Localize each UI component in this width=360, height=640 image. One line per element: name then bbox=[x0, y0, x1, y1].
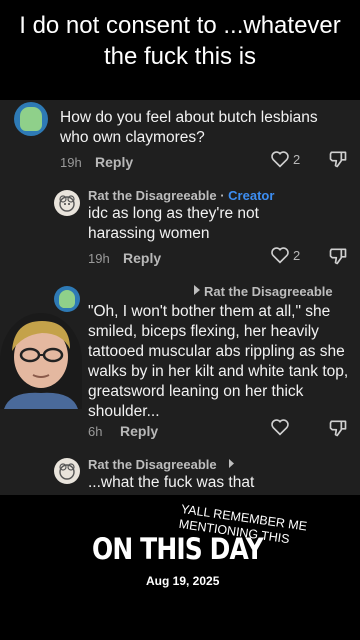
creator-avatar[interactable] bbox=[54, 458, 80, 484]
heart-icon[interactable] bbox=[270, 246, 290, 264]
separator-dot: · bbox=[216, 188, 229, 203]
creator-username[interactable]: Rat the Disagreeable bbox=[88, 457, 217, 472]
creator-avatar[interactable] bbox=[54, 190, 80, 216]
reply-arrow-icon bbox=[194, 285, 200, 295]
video-caption: I do not consent to ...whatever the fuck… bbox=[19, 12, 341, 70]
reply-button[interactable]: Reply bbox=[95, 154, 133, 170]
commenter-avatar[interactable] bbox=[54, 286, 80, 312]
comments-panel: How do you feel about butch lesbians who… bbox=[0, 100, 360, 495]
dislike-icon[interactable] bbox=[328, 246, 348, 266]
creator-username-line: Rat the Disagreeable · Creator bbox=[88, 188, 274, 203]
creator-username[interactable]: Rat the Disagreeable bbox=[88, 188, 217, 203]
comment-text: How do you feel about butch lesbians who… bbox=[60, 109, 318, 146]
heart-icon[interactable] bbox=[270, 418, 290, 436]
heart-icon[interactable] bbox=[270, 150, 290, 168]
dislike-icon[interactable] bbox=[328, 418, 348, 438]
creator-webcam-overlay bbox=[0, 313, 82, 409]
creator-badge: Creator bbox=[228, 188, 275, 203]
commenter-avatar[interactable] bbox=[14, 102, 48, 136]
comment-text: ...what the fuck was that bbox=[88, 474, 255, 491]
chevron-right-icon bbox=[229, 459, 234, 468]
creator-reply-text: idc as long as they're not harassing wom… bbox=[88, 205, 259, 242]
comment-age: 19h bbox=[88, 251, 110, 266]
reply-to-username[interactable]: Rat the Disagreeable bbox=[204, 284, 333, 299]
memory-date: Aug 19, 2025 bbox=[146, 574, 220, 588]
dislike-icon[interactable] bbox=[328, 149, 348, 169]
like-count: 2 bbox=[293, 152, 301, 167]
like-count: 2 bbox=[293, 248, 301, 263]
comment-text: "Oh, I won't bother them at all," she sm… bbox=[88, 303, 349, 420]
reply-button[interactable]: Reply bbox=[123, 250, 161, 266]
reply-button[interactable]: Reply bbox=[120, 423, 158, 439]
comment-age: 6h bbox=[88, 424, 103, 439]
comment-age: 19h bbox=[60, 155, 82, 170]
